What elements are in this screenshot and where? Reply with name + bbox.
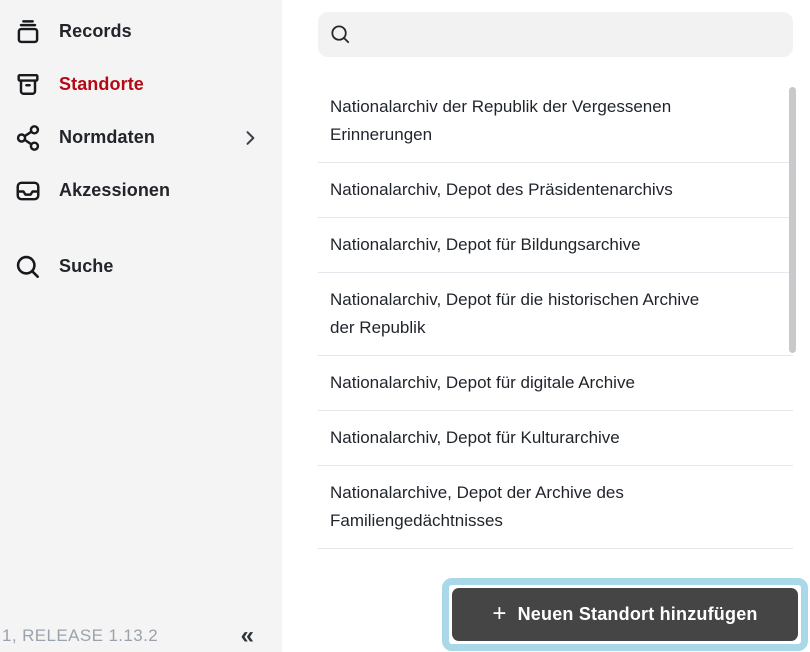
list-item[interactable]: Nationalarchiv, Depot für Kulturarchive bbox=[318, 411, 793, 466]
collapse-sidebar-icon[interactable]: « bbox=[239, 624, 256, 648]
list-item-text: Nationalarchiv, Depot für die historisch… bbox=[330, 290, 700, 309]
list-item[interactable]: Nationalarchiv, Depot für die historisch… bbox=[318, 273, 793, 356]
sidebar-item-suche[interactable]: Suche bbox=[0, 240, 282, 293]
sidebar-item-label: Suche bbox=[59, 256, 114, 276]
list-item-text: Nationalarchive, Depot der Archive des bbox=[330, 483, 624, 502]
search-bar bbox=[318, 12, 793, 57]
list-item-text: Nationalarchiv, Depot für Bildungsarchiv… bbox=[330, 235, 641, 254]
sidebar-item-label: Records bbox=[59, 21, 132, 41]
sidebar-item-akzessionen[interactable]: Akzessionen bbox=[0, 164, 282, 217]
list-item[interactable]: Nationalarchive, Depot der Archive des F… bbox=[318, 466, 793, 549]
sidebar-footer: 1, RELEASE 1.13.2 « bbox=[2, 624, 256, 648]
search-icon bbox=[329, 23, 352, 46]
release-version-text: 1, RELEASE 1.13.2 bbox=[2, 626, 159, 645]
chevron-right-icon bbox=[240, 128, 260, 148]
list-item[interactable]: Nationalarchiv der Republik der Vergesse… bbox=[318, 80, 793, 163]
list-item[interactable]: Nationalarchiv, Depot für Bildungsarchiv… bbox=[318, 218, 793, 273]
list-item-text: Nationalarchiv, Depot für digitale Archi… bbox=[330, 373, 635, 392]
list-item-text: Nationalarchiv, Depot des Präsidentenarc… bbox=[330, 180, 673, 199]
sidebar-item-label: Standorte bbox=[59, 74, 144, 94]
records-icon bbox=[13, 17, 43, 47]
sidebar-item-label: Normdaten bbox=[59, 127, 155, 147]
add-standort-button[interactable]: + Neuen Standort hinzufügen bbox=[452, 588, 798, 641]
add-button-focus-highlight: + Neuen Standort hinzufügen bbox=[442, 578, 808, 651]
sidebar-item-records[interactable]: Records bbox=[0, 5, 282, 58]
list-item-text: Familiengedächtnisses bbox=[330, 511, 503, 530]
scrollbar[interactable] bbox=[789, 87, 796, 353]
list-item-text: der Republik bbox=[330, 318, 426, 337]
inbox-icon bbox=[13, 176, 43, 206]
sidebar: Records Standorte Normdaten Akzessionen … bbox=[0, 0, 282, 652]
plus-icon: + bbox=[492, 599, 507, 627]
list-item[interactable]: Nationalarchiv, Depot für digitale Archi… bbox=[318, 356, 793, 411]
search-input[interactable] bbox=[352, 12, 793, 57]
location-list: Nationalarchiv der Republik der Vergesse… bbox=[318, 80, 793, 549]
add-standort-button-label: Neuen Standort hinzufügen bbox=[517, 604, 758, 624]
list-item-text: Nationalarchiv, Depot für Kulturarchive bbox=[330, 428, 620, 447]
app-window: Records Standorte Normdaten Akzessionen … bbox=[0, 0, 810, 652]
list-item[interactable]: Nationalarchiv, Depot des Präsidentenarc… bbox=[318, 163, 793, 218]
share-icon bbox=[13, 123, 43, 153]
sidebar-item-normdaten[interactable]: Normdaten bbox=[0, 111, 282, 164]
main-panel: Nationalarchiv der Republik der Vergesse… bbox=[282, 0, 810, 652]
sidebar-nav: Records Standorte Normdaten Akzessionen … bbox=[0, 0, 282, 293]
search-icon bbox=[13, 252, 43, 282]
sidebar-item-standorte[interactable]: Standorte bbox=[0, 58, 282, 111]
list-item-text: Nationalarchiv der Republik der Vergesse… bbox=[330, 97, 672, 116]
list-item-text: Erinnerungen bbox=[330, 125, 433, 144]
archive-box-icon bbox=[13, 70, 43, 100]
sidebar-item-label: Akzessionen bbox=[59, 180, 171, 200]
